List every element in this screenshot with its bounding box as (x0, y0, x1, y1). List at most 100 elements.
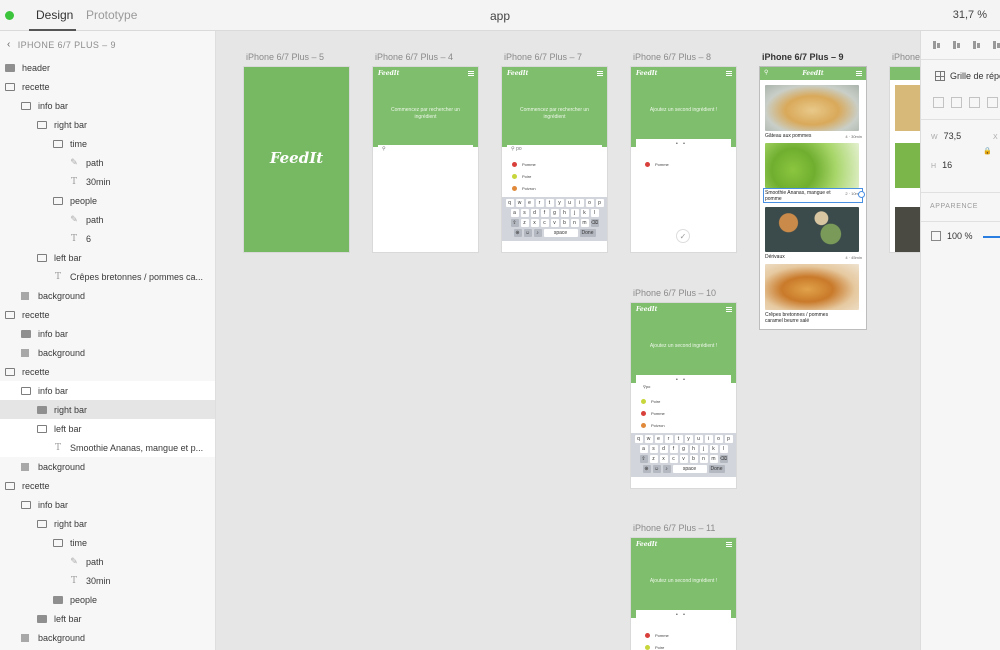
keyboard-key[interactable]: i (704, 435, 713, 443)
layer-row[interactable]: ✎ path (0, 153, 215, 172)
keyboard-key[interactable]: w (644, 435, 653, 443)
keyboard-key[interactable]: d (659, 445, 668, 453)
layer-row[interactable]: info bar (0, 381, 215, 400)
layer-row[interactable]: right bar (0, 115, 215, 134)
keyboard-key[interactable]: i (575, 199, 584, 207)
suggestion-item[interactable]: Pomme (641, 411, 665, 416)
layer-row[interactable]: ✎ path (0, 210, 215, 229)
align-center-icon[interactable] (951, 39, 961, 51)
artboard-second-search[interactable]: FeedIt Ajoutez un second ingrédient ! • … (631, 303, 736, 488)
layer-row[interactable]: T6 (0, 229, 215, 248)
repeat-grid-button[interactable]: Grille de répétition (935, 71, 1000, 81)
keyboard-key[interactable]: t (674, 435, 683, 443)
menu-icon[interactable] (856, 71, 862, 76)
layer-row[interactable]: left bar (0, 609, 215, 628)
align-right-icon[interactable] (971, 39, 981, 51)
keyboard-key[interactable]: q (505, 199, 514, 207)
keyboard-key[interactable]: j (570, 209, 579, 217)
selected-ingredient[interactable]: Pomme (645, 633, 669, 638)
zoom-level[interactable]: 31,7 % (953, 9, 987, 21)
recipe-title[interactable]: Smoothie Ananas, mangue et pomme (765, 190, 835, 202)
search-input[interactable]: ⚲ po (643, 384, 650, 389)
keyboard-key[interactable]: f (540, 209, 549, 217)
keyboard-key[interactable]: c (669, 455, 678, 463)
confirm-check-icon[interactable]: ✓ (676, 229, 690, 243)
keyboard-key[interactable]: m (580, 219, 589, 227)
keyboard-key[interactable]: e (654, 435, 663, 443)
artboard-label[interactable]: iPhone 6/7 Plus – 5 (246, 52, 324, 62)
keyboard-key[interactable]: n (699, 455, 708, 463)
layer-row[interactable]: T Crêpes bretonnes / pommes ca... (0, 267, 215, 286)
selected-ingredient[interactable]: Poire (645, 645, 664, 650)
suggestion-item[interactable]: Poire (641, 399, 660, 404)
layer-row[interactable]: left bar (0, 248, 215, 267)
keyboard-key[interactable]: f (669, 445, 678, 453)
artboard-splash[interactable]: FeedIt (244, 67, 349, 252)
layer-row[interactable]: background (0, 457, 215, 476)
recipe-title[interactable]: Gâteau aux pommes (765, 133, 811, 139)
layer-row[interactable]: people (0, 590, 215, 609)
layer-row[interactable]: recette (0, 305, 215, 324)
layer-row[interactable]: recette (0, 77, 215, 96)
keyboard-key[interactable]: e (525, 199, 534, 207)
keyboard-key[interactable]: h (560, 209, 569, 217)
suggestion-item[interactable]: Poivron (641, 423, 665, 428)
layer-row[interactable]: right bar (0, 400, 215, 419)
keyboard[interactable]: q w e r t y u i o p a s d f g h j k l ⇧ z x c v b n m ⌫ ⊕ ☺ ♪ space Done (502, 197, 607, 241)
artboard-recipes[interactable]: ⚲ FeedIt Gâteau aux pommes 4 · 30min Smo… (760, 67, 866, 329)
keyboard-key[interactable]: ⇧ (510, 219, 519, 227)
artboard-two-ingredients[interactable]: FeedIt Ajoutez un second ingrédient ! • … (631, 538, 736, 650)
artboard-label[interactable]: iPhone 6/7 Plus – 9 (762, 52, 844, 62)
return-key[interactable]: Done (579, 229, 596, 237)
space-key[interactable]: space (672, 465, 707, 473)
keyboard-key[interactable]: p (595, 199, 604, 207)
layer-row[interactable]: T Smoothie Ananas, mangue et p... (0, 438, 215, 457)
menu-icon[interactable] (468, 71, 474, 76)
artboard-label[interactable]: iPhone 6/7 Plus – 10 (633, 288, 716, 298)
search-input[interactable]: ⚲ (378, 145, 473, 154)
layer-row[interactable]: info bar (0, 495, 215, 514)
keyboard-key[interactable]: o (714, 435, 723, 443)
keyboard-key[interactable]: y (555, 199, 564, 207)
suggestion-item[interactable]: Pomme (512, 162, 536, 167)
union-icon[interactable] (933, 97, 944, 108)
layer-row[interactable]: ✎ path (0, 552, 215, 571)
layer-row[interactable]: background (0, 628, 215, 647)
keyboard-key[interactable]: l (590, 209, 599, 217)
keyboard-key[interactable]: k (709, 445, 718, 453)
recipe-image[interactable] (765, 207, 859, 252)
menu-icon[interactable] (597, 71, 603, 76)
keyboard-key[interactable]: h (689, 445, 698, 453)
artboard-second-ingredient[interactable]: FeedIt Ajoutez un second ingrédient ! • … (631, 67, 736, 252)
layer-row[interactable]: background (0, 343, 215, 362)
keyboard-key[interactable]: d (530, 209, 539, 217)
chevron-left-icon[interactable]: ‹ (7, 39, 11, 50)
keyboard-key[interactable]: w (515, 199, 524, 207)
align-top-icon[interactable] (991, 39, 1000, 51)
layer-row[interactable]: people (0, 191, 215, 210)
menu-icon[interactable] (726, 71, 732, 76)
emoji-icon[interactable]: ☺ (652, 465, 661, 473)
keyboard-key[interactable]: x (659, 455, 668, 463)
return-key[interactable]: Done (708, 465, 725, 473)
artboard-label[interactable]: iPhone 6/7 Plus – 8 (633, 52, 711, 62)
keyboard-key[interactable]: m (709, 455, 718, 463)
keyboard-key[interactable]: z (649, 455, 658, 463)
keyboard-key[interactable]: v (679, 455, 688, 463)
keyboard-key[interactable]: ⌫ (719, 455, 728, 463)
keyboard-key[interactable]: u (694, 435, 703, 443)
menu-icon[interactable] (726, 542, 732, 547)
width-field[interactable]: W 73,5 (931, 131, 961, 141)
keyboard-key[interactable]: t (545, 199, 554, 207)
keyboard-key[interactable]: k (580, 209, 589, 217)
recipe-image[interactable] (765, 143, 859, 188)
layer-row[interactable]: recette (0, 476, 215, 495)
keyboard-key[interactable]: s (649, 445, 658, 453)
keyboard-key[interactable]: s (520, 209, 529, 217)
artboard-partial[interactable] (890, 67, 920, 252)
layer-row[interactable]: header (0, 58, 215, 77)
opacity-slider[interactable] (983, 236, 1000, 238)
layer-row[interactable]: left bar (0, 419, 215, 438)
keyboard-key[interactable]: u (565, 199, 574, 207)
keyboard-key[interactable]: j (699, 445, 708, 453)
